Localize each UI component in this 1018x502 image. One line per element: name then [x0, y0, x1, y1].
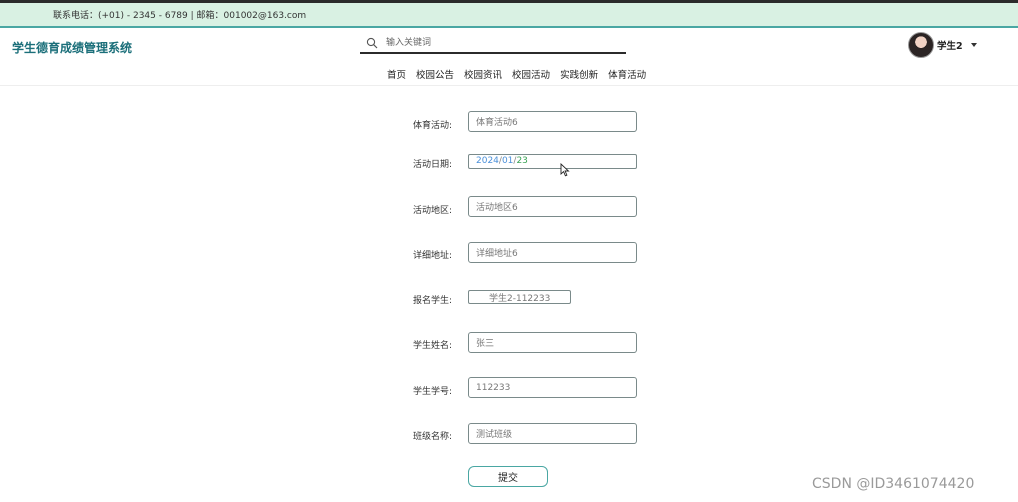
date-month: 01: [501, 156, 514, 166]
nav-item-campus-activities[interactable]: 校园活动: [512, 67, 550, 81]
avatar[interactable]: [908, 32, 934, 58]
search-icon[interactable]: [366, 37, 378, 49]
submit-button[interactable]: 提交: [468, 466, 548, 487]
student-number-input[interactable]: [468, 377, 637, 398]
nav-item-sports-activities[interactable]: 体育活动: [608, 67, 646, 81]
area-label: 活动地区:: [412, 206, 452, 216]
mouse-cursor-icon: [560, 163, 570, 177]
search-bar: [360, 34, 626, 54]
date-year: 2024: [476, 156, 499, 166]
date-label: 活动日期:: [412, 160, 452, 170]
watermark: CSDN @ID3461074420: [812, 476, 975, 492]
nav-item-news[interactable]: 校园资讯: [464, 67, 502, 81]
contact-info: 联系电话：(+01) - 2345 - 6789 | 邮箱：001002@163…: [53, 11, 307, 21]
activity-input[interactable]: [468, 111, 637, 132]
date-input[interactable]: 2024/01/23: [468, 154, 637, 169]
class-name-label: 班级名称:: [412, 432, 452, 442]
signup-label: 报名学生:: [412, 296, 452, 306]
student-name-label: 学生姓名:: [412, 341, 452, 351]
activity-label: 体育活动:: [412, 121, 452, 131]
search-input[interactable]: [386, 35, 616, 51]
class-name-input[interactable]: [468, 423, 637, 444]
signup-input[interactable]: [468, 290, 571, 304]
address-input[interactable]: [468, 242, 637, 263]
student-name-input[interactable]: [468, 332, 637, 353]
user-name[interactable]: 学生2: [937, 38, 963, 52]
date-day: 23: [516, 156, 528, 166]
nav-item-announcements[interactable]: 校园公告: [416, 67, 454, 81]
nav-item-home[interactable]: 首页: [387, 67, 406, 81]
student-number-label: 学生学号:: [412, 387, 452, 397]
nav-item-practice-innovation[interactable]: 实践创新: [560, 67, 598, 81]
contact-bar: 联系电话：(+01) - 2345 - 6789 | 邮箱：001002@163…: [0, 0, 1018, 28]
site-header: 学生德育成绩管理系统 首页 校园公告 校园资讯 校园活动 实践创新 体育活动 学…: [0, 28, 1018, 86]
site-title[interactable]: 学生德育成绩管理系统: [12, 39, 132, 56]
area-input[interactable]: [468, 196, 637, 217]
chevron-down-icon[interactable]: [970, 43, 977, 47]
address-label: 详细地址:: [412, 251, 452, 261]
user-menu[interactable]: 学生2: [908, 31, 977, 59]
main-nav: 首页 校园公告 校园资讯 校园活动 实践创新 体育活动: [387, 67, 646, 81]
